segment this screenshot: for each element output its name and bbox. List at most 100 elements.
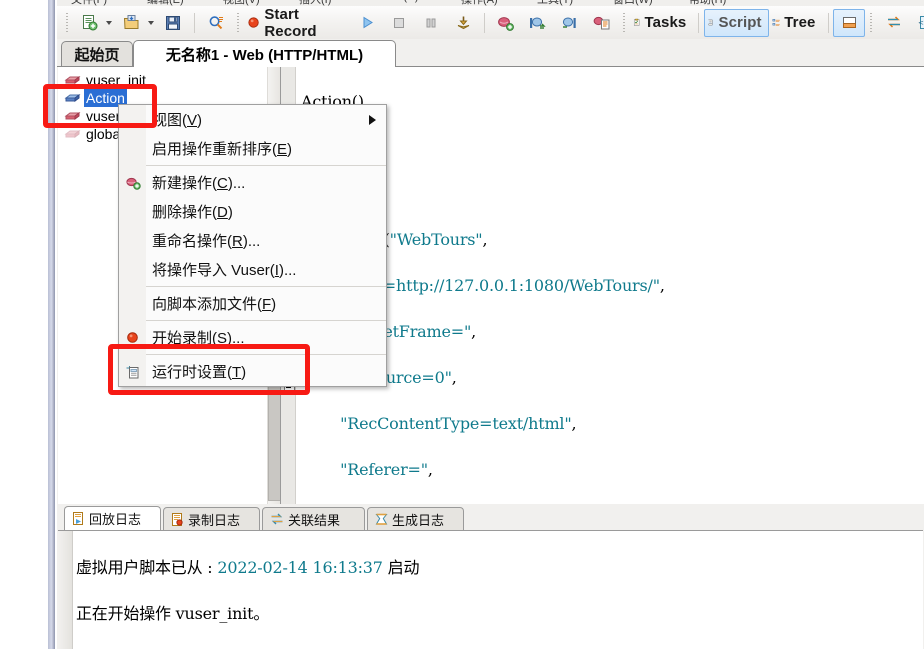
play-triangle-icon [363,16,373,29]
menu-item-enable-action-reorder-label: 启用操作重新排序(E) [152,141,293,158]
script-code-text[interactable]: Action() { web_url("WebTours", "URL=http… [301,67,924,504]
download-button[interactable] [447,9,479,37]
log-output-body[interactable]: 虚拟用户脚本已从 : 2022-02-14 16:13:37 启动 正在开始操作… [58,531,923,649]
toolbar-grip-4[interactable] [868,13,875,32]
script-view-button[interactable]: Script [704,8,769,37]
toggle-output-button[interactable] [833,8,866,37]
open-folder-icon [123,15,139,29]
menu-item-delete-action-label: 删除操作(D) [152,204,233,221]
log-tab-bar: 回放日志 录制日志 关联结果 生成日志 [58,505,923,531]
log-tab-record[interactable]: 录制日志 [163,507,260,530]
insert-parameter-icon: <P> [918,16,924,29]
new-script-caret-icon[interactable] [106,20,113,25]
menu-item-rename-action[interactable]: 重命名操作(R)... [119,226,386,255]
log-tab-generation-label: 生成日志 [392,512,445,528]
log-tab-correlation-label: 关联结果 [288,512,341,528]
add-transaction-button[interactable] [490,9,522,37]
tasks-label: Tasks [644,14,687,31]
script-view-label: Script [718,14,762,31]
code-line: Action() [301,92,364,111]
pause-button[interactable] [415,9,447,37]
start-record-label: Start Record [264,5,317,40]
open-script-caret-icon[interactable] [148,20,155,25]
document-tab-bar: 起始页 无名称1 - Web (HTTP/HTML) [57,39,924,67]
new-script-button[interactable] [73,9,105,37]
rendezvous-icon [594,16,610,29]
open-script-button[interactable] [115,9,147,37]
log-line: 虚拟用户脚本已从 : 2022-02-14 16:13:37 启动 [76,558,420,577]
run-button[interactable] [351,9,383,37]
log-tab-record-label: 录制日志 [188,512,241,528]
menu-item-delete-action[interactable]: 删除操作(D) [119,197,386,226]
search-icon [209,15,223,29]
tab-start-page-label: 起始页 [74,47,120,64]
tab-script-document[interactable]: 无名称1 - Web (HTTP/HTML) [133,40,396,67]
tree-view-label: Tree [784,14,816,31]
log-vertical-scrollbar[interactable] [58,531,73,649]
menu-item-add-file-to-script-icon [119,289,146,318]
tree-list-icon [772,19,780,26]
tasks-button[interactable]: Tasks [630,9,693,37]
menu-item-rename-action-label: 重命名操作(R)... [152,233,261,250]
find-button[interactable] [200,9,232,37]
menu-item-new-action-icon [119,168,146,197]
menu-item-import-action-to-vuser-icon [119,255,146,284]
main-toolbar: Start Record Tasks Script Tree < [57,6,924,40]
replay-log-icon [73,512,83,525]
log-tab-replay[interactable]: 回放日志 [64,506,161,530]
pause-bars-icon [426,18,436,27]
save-script-button[interactable] [157,9,189,37]
tree-view-button[interactable]: Tree [769,9,823,37]
menu-item-import-action-to-vuser-label: 将操作导入 Vuser(I)... [152,262,297,279]
parameter-list-button[interactable] [878,9,910,37]
log-output-text: 虚拟用户脚本已从 : 2022-02-14 16:13:37 启动 正在开始操作… [76,533,921,649]
toolbar-grip-3[interactable] [620,13,628,32]
toolbar-separator-4 [827,12,829,33]
tab-script-document-label: 无名称1 - Web (HTTP/HTML) [165,46,364,64]
globals-faded-icon [64,129,81,138]
toolbar-grip-2[interactable] [235,13,242,32]
save-disk-icon [166,15,181,30]
tab-start-page[interactable]: 起始页 [61,41,133,67]
menu-item-enable-action-reorder-icon [119,134,146,163]
toolbar-grip[interactable] [64,13,71,32]
script-scroll-icon [708,19,713,26]
code-line: "RecContentType=text/html", [340,414,577,433]
output-log-pane: 回放日志 录制日志 关联结果 生成日志 虚拟用户脚本已从: 2022-02-1… [58,505,923,649]
record-dot-icon [248,17,259,28]
end-transaction-button[interactable] [554,9,586,37]
screenshot-root: 文件(F)编辑(E) 视图(V)插入(I) Vuser(U)操作(A) 工具(T… [0,0,924,649]
parameter-swap-icon [887,16,900,28]
log-tab-correlation[interactable]: 关联结果 [262,507,365,530]
correlation-icon [271,513,283,524]
start-record-button[interactable]: Start Record [244,5,351,40]
tasks-clipboard-icon [634,18,640,26]
new-script-icon [82,15,98,31]
toolbar-separator-1 [194,12,196,33]
output-pane-icon [842,17,856,28]
log-tab-replay-label: 回放日志 [89,512,142,527]
rendezvous-button[interactable] [586,9,618,37]
menu-separator [146,320,386,321]
stop-button[interactable] [383,9,415,37]
svg-text:<P>: <P> [918,19,924,27]
end-transaction-icon [563,17,577,28]
record-log-icon [172,512,183,526]
menu-item-view[interactable]: 视图(V) [119,105,386,134]
insert-parameter-button[interactable]: <P> [910,9,924,37]
menu-item-new-action-label: 新建操作(C)... [152,175,246,192]
annotation-highlight-action-node [43,84,157,128]
log-tab-generation[interactable]: 生成日志 [367,507,464,530]
start-transaction-icon [530,17,547,29]
menu-item-new-action[interactable]: 新建操作(C)... [119,168,386,197]
new-action-icon [125,177,141,190]
menu-item-enable-action-reorder[interactable]: 启用操作重新排序(E) [119,134,386,163]
start-transaction-button[interactable] [522,9,554,37]
download-arrow-icon [457,16,469,30]
toolbar-separator-3 [698,12,700,33]
menu-item-add-file-to-script[interactable]: 向脚本添加文件(F) [119,289,386,318]
annotation-highlight-runtime-settings [108,344,310,395]
log-line: 正在开始操作 vuser_init。 [76,604,270,623]
menu-item-import-action-to-vuser[interactable]: 将操作导入 Vuser(I)... [119,255,386,284]
